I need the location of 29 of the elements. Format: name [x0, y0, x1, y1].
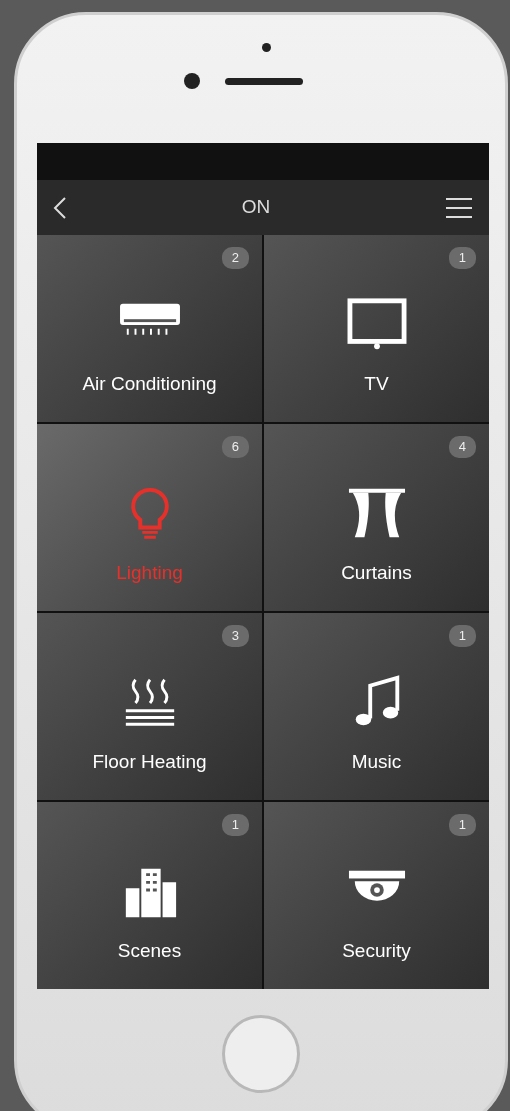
- tile-label: Curtains: [341, 560, 412, 585]
- room-photo-tile[interactable]: TV 1: [264, 235, 489, 422]
- tile-label: Music: [351, 749, 402, 774]
- room-photo-tile[interactable]: Air Conditioning 2: [37, 235, 262, 422]
- tile-label: Air Conditioning: [82, 371, 217, 396]
- count-badge: 1: [221, 814, 249, 836]
- menu-icon[interactable]: [445, 195, 473, 220]
- count-badge: 6: [221, 436, 249, 458]
- tile-label: Scenes: [117, 938, 182, 963]
- count-badge: 4: [448, 436, 476, 458]
- sensor-dot: [262, 43, 271, 52]
- room-photo-tile[interactable]: Scenes 1: [37, 802, 262, 989]
- back-icon[interactable]: [53, 195, 67, 220]
- room-photo-tile[interactable]: Security 1: [264, 802, 489, 989]
- tile-label: Floor Heating: [92, 749, 207, 774]
- count-badge: 1: [448, 625, 476, 647]
- room-photo-tile[interactable]: Curtains 4: [264, 424, 489, 611]
- count-badge: 1: [448, 814, 476, 836]
- room-photo-tile[interactable]: Lighting 6: [37, 424, 262, 611]
- front-camera: [184, 73, 200, 89]
- room-photo-tile[interactable]: Floor Heating 3: [37, 613, 262, 800]
- count-badge: 1: [448, 247, 476, 269]
- screen-title: ON: [241, 195, 271, 220]
- count-badge: 3: [221, 625, 249, 647]
- tile-label: TV: [364, 371, 389, 396]
- count-badge: 2: [221, 247, 249, 269]
- tile-label: Security: [342, 938, 411, 963]
- tile-label: Lighting: [116, 560, 183, 585]
- room-photo-tile[interactable]: Music 1: [264, 613, 489, 800]
